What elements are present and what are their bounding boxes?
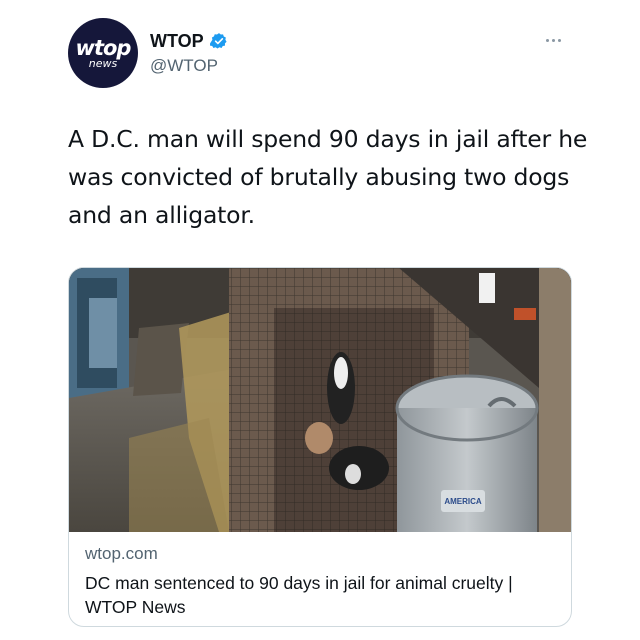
more-options-icon[interactable] xyxy=(546,36,570,44)
account-handle[interactable]: @WTOP xyxy=(150,56,218,76)
link-title[interactable]: DC man sentenced to 90 days in jail for … xyxy=(85,571,555,619)
display-name[interactable]: WTOP xyxy=(150,31,204,52)
avatar[interactable]: wtop news xyxy=(68,18,138,88)
link-card-meta: wtop.com DC man sentenced to 90 days in … xyxy=(85,543,555,619)
verified-badge-icon xyxy=(209,33,227,49)
link-domain[interactable]: wtop.com xyxy=(85,543,555,565)
trash-can-label: AMERICA xyxy=(444,497,482,506)
link-preview-card[interactable]: AMERICA wtop.com DC man sentenced to 90 … xyxy=(68,267,572,627)
account-name-row: WTOP xyxy=(150,30,228,52)
link-preview-image[interactable]: AMERICA xyxy=(69,268,572,532)
avatar-logo-subtext: news xyxy=(88,57,118,70)
tweet-text: A D.C. man will spend 90 days in jail af… xyxy=(68,125,588,229)
